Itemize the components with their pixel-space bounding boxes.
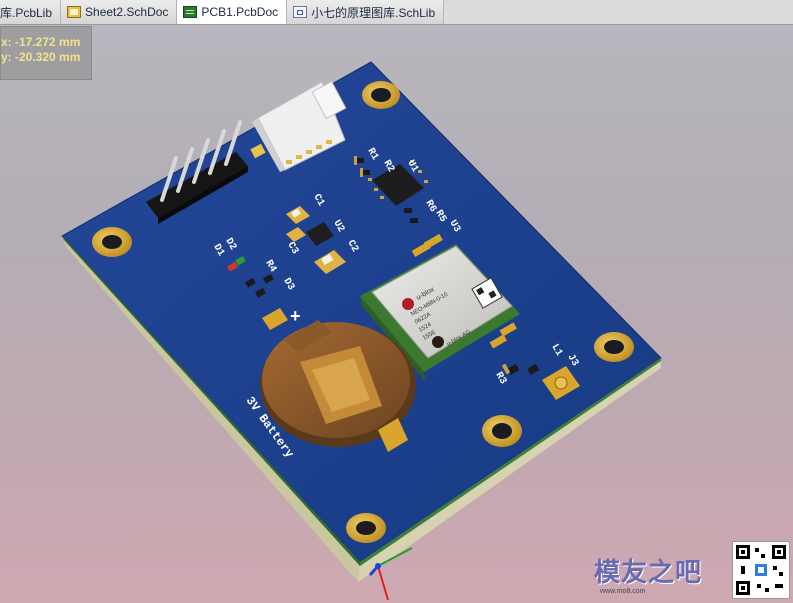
document-tab-bar: 库.PcbLib Sheet2.SchDoc PCB1.PcbDoc 小七的原理…	[0, 0, 793, 25]
pcb-board	[61, 61, 662, 582]
tab-schlib-label: 小七的原理图库.SchLib	[311, 5, 436, 20]
plus-marker: +	[290, 306, 301, 326]
tab-schlib[interactable]: 小七的原理图库.SchLib	[287, 0, 445, 24]
tab-sheet2-schdoc[interactable]: Sheet2.SchDoc	[61, 0, 178, 24]
qr-code-pattern	[736, 545, 786, 595]
mounting-hole-left	[92, 227, 132, 257]
mounting-hole-mid	[482, 415, 522, 447]
tab-sheet2-label: Sheet2.SchDoc	[85, 5, 169, 19]
pcbdoc-icon	[183, 5, 198, 18]
tab-pcb1-pcbdoc[interactable]: PCB1.PcbDoc	[177, 0, 288, 24]
coordinate-x: x: -17.272 mm	[1, 35, 81, 49]
schlib-icon	[293, 6, 308, 18]
mounting-hole-right	[594, 332, 634, 362]
mounting-hole-bottom	[346, 513, 386, 543]
coordinate-y: y: -20.320 mm	[1, 50, 81, 64]
tab-pcblib-label: 库.PcbLib	[0, 5, 53, 20]
site-watermark-url: www.mo8.com	[600, 588, 646, 595]
tab-pcb1-label: PCB1.PcbDoc	[201, 4, 279, 19]
tab-pcblib[interactable]: 库.PcbLib	[0, 0, 62, 24]
mounting-hole-top-right	[362, 81, 400, 109]
qr-code	[732, 541, 790, 599]
pcb-3d-render: u-blox NEO-M8N-0-10 0622A 1524 1556 u-bl…	[61, 61, 662, 601]
coordinate-readout: x: -17.272 mm y: -20.320 mm	[0, 26, 92, 80]
schdoc-icon	[67, 6, 82, 18]
pcb-3d-viewport[interactable]: u-blox NEO-M8N-0-10 0622A 1524 1556 u-bl…	[0, 25, 793, 603]
site-watermark: 模友之吧	[594, 558, 703, 588]
